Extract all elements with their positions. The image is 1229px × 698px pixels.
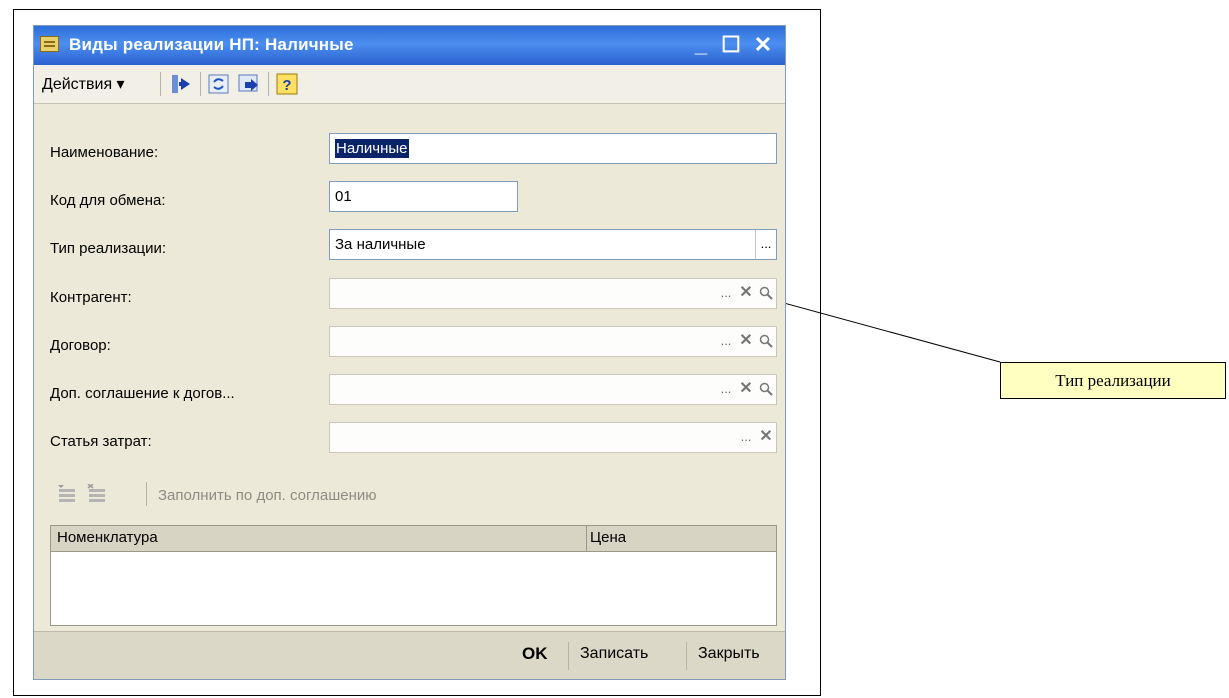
dialog-footer: OK Записать Закрыть <box>34 631 785 679</box>
ok-button[interactable]: OK <box>522 644 548 664</box>
name-value: Наличные <box>335 139 409 158</box>
addendum-clear-button[interactable]: ✕ <box>736 375 756 404</box>
name-input[interactable]: Наличные <box>329 133 777 164</box>
contract-clear-button[interactable]: ✕ <box>736 327 756 356</box>
save-button[interactable]: Записать <box>580 645 648 663</box>
refresh-icon[interactable] <box>208 73 230 95</box>
column-header-nomenclature[interactable]: Номенклатура <box>57 529 158 546</box>
column-separator <box>586 526 587 551</box>
maximize-button[interactable]: ☐ <box>718 32 744 58</box>
go-to-icon[interactable] <box>238 73 260 95</box>
counterparty-input[interactable]: ... ✕ <box>329 278 777 309</box>
delete-row-icon[interactable] <box>86 483 108 504</box>
footer-separator <box>686 642 687 670</box>
minimize-button[interactable]: _ <box>688 32 714 58</box>
type-select-button[interactable]: ... <box>755 230 776 259</box>
counterparty-search-icon[interactable] <box>756 279 776 308</box>
save-and-close-icon[interactable] <box>170 73 192 95</box>
code-label: Код для обмена: <box>50 192 166 209</box>
footer-separator <box>568 642 569 670</box>
help-icon[interactable]: ? <box>276 73 298 95</box>
window-title: Виды реализации НП: Наличные <box>69 35 354 54</box>
close-dialog-button[interactable]: Закрыть <box>698 645 760 663</box>
addendum-select-button[interactable]: ... <box>716 375 736 404</box>
actions-menu[interactable]: Действия ▾ <box>42 74 125 94</box>
items-table-header: Номенклатура Цена <box>51 526 776 552</box>
name-label: Наименование: <box>50 144 159 161</box>
add-row-icon[interactable] <box>56 484 78 504</box>
contract-label: Договор: <box>50 337 111 354</box>
catalog-icon <box>40 36 59 52</box>
close-button[interactable]: ✕ <box>750 32 776 58</box>
code-input[interactable]: 01 <box>329 181 518 212</box>
contract-search-icon[interactable] <box>756 327 776 356</box>
counterparty-select-button[interactable]: ... <box>716 279 736 308</box>
column-header-price[interactable]: Цена <box>590 529 626 546</box>
expense-clear-button[interactable]: ✕ <box>756 423 776 452</box>
code-value: 01 <box>335 188 352 205</box>
svg-text:?: ? <box>282 77 291 94</box>
counterparty-label: Контрагент: <box>50 289 132 306</box>
type-input[interactable]: За наличные ... <box>329 229 777 260</box>
toolbar-separator <box>200 72 201 96</box>
contract-input[interactable]: ... ✕ <box>329 326 777 357</box>
expense-select-button[interactable]: ... <box>736 423 756 452</box>
items-table[interactable]: Номенклатура Цена <box>50 525 777 626</box>
type-value: За наличные <box>335 236 426 253</box>
fill-by-addendum-button[interactable]: Заполнить по доп. соглашению <box>158 487 377 504</box>
title-bar[interactable]: Виды реализации НП: Наличные _ ☐ ✕ <box>34 26 785 65</box>
toolbar-separator <box>146 482 147 506</box>
type-label: Тип реализации: <box>50 240 167 257</box>
dialog-window: Виды реализации НП: Наличные _ ☐ ✕ Дейст… <box>33 25 786 680</box>
contract-select-button[interactable]: ... <box>716 327 736 356</box>
addendum-search-icon[interactable] <box>756 375 776 404</box>
callout-box: Тип реализации <box>1000 362 1226 399</box>
counterparty-clear-button[interactable]: ✕ <box>736 279 756 308</box>
toolbar-separator <box>160 72 161 96</box>
addendum-label: Доп. соглашение к догов... <box>50 385 235 402</box>
toolbar: Действия ▾ ? <box>34 65 785 104</box>
expense-input[interactable]: ... ✕ <box>329 422 777 453</box>
expense-label: Статья затрат: <box>50 433 152 450</box>
addendum-input[interactable]: ... ✕ <box>329 374 777 405</box>
toolbar-separator <box>268 72 269 96</box>
